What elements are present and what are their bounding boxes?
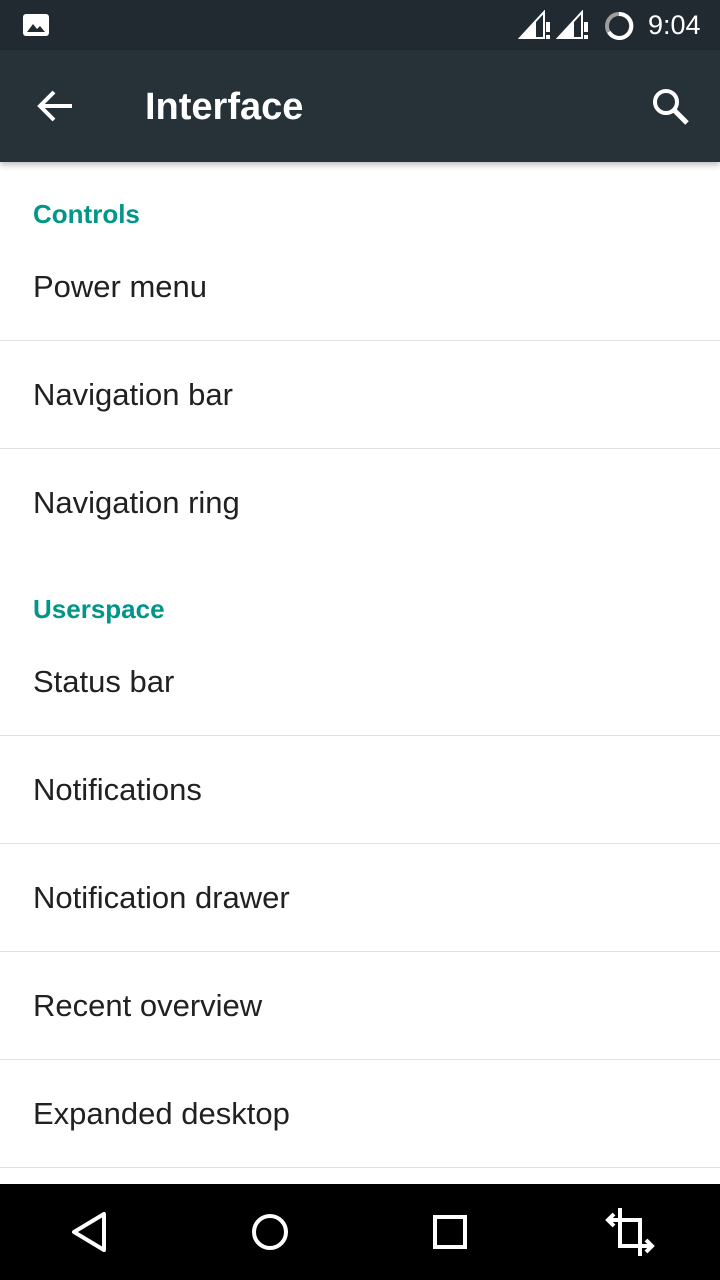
back-triangle-icon[interactable] xyxy=(60,1202,120,1262)
section-header-userspace: Userspace xyxy=(33,594,165,624)
arrow-back-icon[interactable] xyxy=(30,84,80,128)
list-item-label: Navigation ring xyxy=(33,485,240,520)
divider xyxy=(0,1167,720,1168)
list-item-navigation-bar[interactable]: Navigation bar xyxy=(0,341,720,449)
list-item-recent-overview[interactable]: Recent overview xyxy=(0,952,720,1060)
rotate-icon[interactable] xyxy=(600,1202,660,1262)
list-item-label: Notification drawer xyxy=(33,880,290,915)
app-bar: Interface xyxy=(0,50,720,162)
signal-alert-icon xyxy=(518,10,550,39)
home-circle-icon[interactable] xyxy=(240,1202,300,1262)
signal-alert-icon xyxy=(556,10,588,39)
list-item-label: Notifications xyxy=(33,772,202,807)
list-item-label: Recent overview xyxy=(33,988,263,1023)
list-item-label: Power menu xyxy=(33,269,208,304)
search-icon[interactable] xyxy=(646,82,694,130)
clock: 9:04 xyxy=(648,10,701,40)
list-item-label: Status bar xyxy=(33,664,175,699)
section-header-controls: Controls xyxy=(33,199,140,229)
status-bar: 9:04 xyxy=(0,0,720,50)
list-item-label: Navigation bar xyxy=(33,377,233,412)
navigation-bar xyxy=(0,1184,720,1280)
list-item-power-menu[interactable]: Power menu xyxy=(0,233,720,341)
list-item-notifications[interactable]: Notifications xyxy=(0,736,720,844)
gallery-icon xyxy=(23,14,49,36)
sync-icon xyxy=(605,11,634,40)
list-item-status-bar[interactable]: Status bar xyxy=(0,628,720,736)
recents-square-icon[interactable] xyxy=(420,1202,480,1262)
page-title: Interface xyxy=(145,86,304,128)
list-item-notification-drawer[interactable]: Notification drawer xyxy=(0,844,720,952)
list-item-label: Expanded desktop xyxy=(33,1096,290,1131)
list-item-navigation-ring[interactable]: Navigation ring xyxy=(0,449,720,557)
list-item-expanded-desktop[interactable]: Expanded desktop xyxy=(0,1060,720,1168)
